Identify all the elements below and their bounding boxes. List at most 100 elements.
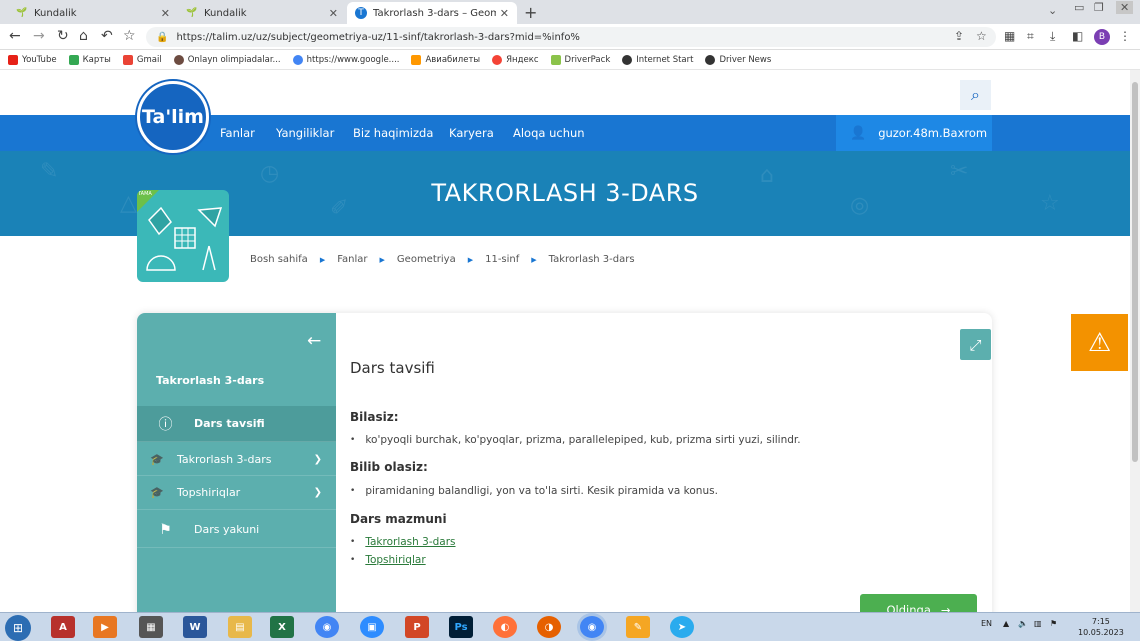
breadcrumb-home[interactable]: Bosh sahifa [250,254,308,265]
undo-icon[interactable]: ↶ [101,28,113,44]
tab-search-icon[interactable]: ⌄ [1048,4,1057,17]
word-app-icon[interactable]: W [183,616,207,638]
next-button[interactable]: Oldinga → [860,594,977,612]
browser-tab-bar: 🌱 Kundalik ✕ 🌱 Kundalik ✕ T Takrorlash 3… [0,0,1140,24]
profile-avatar[interactable]: B [1094,29,1110,45]
chrome-active-app-icon[interactable]: ◉ [580,616,604,638]
sidebar-item-dars-yakuni[interactable]: ⚑ Dars yakuni [137,512,336,548]
user-account[interactable]: 👤 guzor.48m.Baxrom [836,115,992,151]
bookmark-aviabilety[interactable]: Авиабилеты [411,54,480,65]
breadcrumb-fanlar[interactable]: Fanlar [337,254,367,265]
bookmark-google[interactable]: https://www.google.... [292,54,399,65]
close-tab-icon[interactable]: ✕ [161,7,170,20]
content-heading: Dars tavsifi [350,359,435,377]
globe-icon [622,54,633,65]
language-indicator[interactable]: EN [981,619,992,628]
telegram-app-icon[interactable]: ➤ [670,616,694,638]
browser-tab-1[interactable]: 🌱 Kundalik ✕ [8,2,178,24]
chevron-down-icon[interactable]: ❯ [314,454,322,465]
talim-logo[interactable]: Ta'lim [137,81,209,153]
bookmark-gmail[interactable]: Gmail [122,54,162,65]
sidebar-item-takrorlash[interactable]: 🎓 Takrorlash 3-dars ❯ [137,443,336,476]
tray-arrow-icon[interactable]: ▲ [1003,619,1009,628]
nav-aloqa-uchun[interactable]: Aloqa uchun [513,126,585,140]
sidebar-item-topshiriqlar[interactable]: 🎓 Topshiriqlar ❯ [137,476,336,510]
firefox-app-icon[interactable]: ◐ [493,616,517,638]
bookmark-olimpiada[interactable]: Onlayn olimpiadalar... [173,54,281,65]
photoshop-app-icon[interactable]: Ps [449,616,473,638]
star-bookmark-icon[interactable]: ☆ [123,28,136,44]
breadcrumb-grade[interactable]: 11-sinf [485,254,519,265]
nav-yangiliklar[interactable]: Yangiliklar [276,126,334,140]
home-icon[interactable]: ⌂ [79,28,88,44]
info-icon: ⓘ [158,416,173,433]
share-icon[interactable]: ⇪ [954,29,964,43]
sidebar-item-dars-tavsifi[interactable]: ⓘ Dars tavsifi [137,406,336,442]
report-warning-button[interactable]: ⚠ [1071,314,1128,371]
notes-app-icon[interactable]: ✎ [626,616,650,638]
talim-favicon-icon: T [355,7,367,19]
browser-tab-3[interactable]: T Takrorlash 3-dars – Geometriya, 1 ✕ [347,2,517,24]
bookmark-star-icon[interactable]: ☆ [976,29,987,43]
expand-icon: ⤢ [969,335,982,354]
reload-icon[interactable]: ↻ [57,28,69,44]
network-icon[interactable]: ▥ [1034,619,1042,628]
firefox-dev-app-icon[interactable]: ◑ [537,616,561,638]
search-button[interactable]: ⌕ [960,80,991,110]
flag-tray-icon[interactable]: ⚑ [1050,619,1057,628]
bilasiz-item: • ko'pyoqli burchak, ko'pyoqlar, prizma, … [350,434,801,446]
bookmark-youtube[interactable]: YouTube [8,54,57,65]
extension-icon[interactable]: ▦ [1004,29,1015,43]
menu-dots-icon[interactable]: ⋮ [1119,29,1131,43]
media-player-icon[interactable]: ▶ [93,616,117,638]
forward-icon[interactable]: → [33,28,45,44]
link-topshiriqlar[interactable]: Topshiriqlar [365,554,425,566]
close-tab-icon[interactable]: ✕ [500,7,509,20]
close-tab-icon[interactable]: ✕ [329,7,338,20]
system-clock[interactable]: 7:15 10.05.2023 [1078,616,1124,638]
tab-title: Kundalik [34,7,77,19]
calendar-app-icon[interactable]: ▦ [139,616,163,638]
scrollbar-thumb[interactable] [1132,82,1138,462]
sidepanel-icon[interactable]: ◧ [1072,29,1083,43]
link-takrorlash[interactable]: Takrorlash 3-dars [365,536,455,548]
bookmark-driverpack[interactable]: DriverPack [550,54,610,65]
close-window-button[interactable]: ✕ [1116,1,1134,14]
nav-fanlar[interactable]: Fanlar [220,126,255,140]
start-button[interactable]: ⊞ [5,615,31,641]
minimize-button[interactable]: ▭ [1074,1,1084,14]
dars-mazmuni-title: Dars mazmuni [350,512,447,526]
subject-geometry-image: TAMA [137,190,229,282]
bookmarks-bar: YouTube Карты Gmail Onlayn olimpiadalar.… [0,50,1140,70]
back-arrow-icon[interactable]: ← [307,331,321,351]
excel-app-icon[interactable]: X [270,616,294,638]
plane-icon [411,54,422,65]
nav-karyera[interactable]: Karyera [449,126,494,140]
volume-icon[interactable]: 🔈 [1018,619,1028,628]
chrome-app-icon[interactable]: ◉ [315,616,339,638]
sidebar-item-label: Dars tavsifi [194,417,265,430]
access-app-icon[interactable]: A [51,616,75,638]
download-icon[interactable]: ⤓ [1050,29,1055,44]
page-scrollbar[interactable] [1130,70,1140,612]
chevron-down-icon[interactable]: ❯ [314,487,322,498]
back-icon[interactable]: ← [9,28,21,44]
bookmark-internet-start[interactable]: Internet Start [622,54,693,65]
powerpoint-app-icon[interactable]: P [405,616,429,638]
breadcrumb-geometriya[interactable]: Geometriya [397,254,456,265]
new-tab-button[interactable]: + [524,3,537,22]
geometry-shapes-icon [146,206,223,271]
explorer-app-icon[interactable]: ▤ [228,616,252,638]
browser-tab-2[interactable]: 🌱 Kundalik ✕ [178,2,346,24]
url-field[interactable]: 🔒 https://talim.uz/uz/subject/geometriya… [146,27,996,47]
clock-time: 7:15 [1091,617,1110,626]
bookmark-driver-news[interactable]: Driver News [705,54,771,65]
crop-icon[interactable]: ⌗ [1027,29,1034,44]
restore-button[interactable]: ❐ [1094,1,1104,14]
bookmark-maps[interactable]: Карты [68,54,111,65]
zoom-app-icon[interactable]: ▣ [360,616,384,638]
nav-biz-haqimizda[interactable]: Biz haqimizda [353,126,433,140]
gmail-icon [122,54,133,65]
bookmark-yandex[interactable]: Яндекс [492,54,539,65]
fullscreen-button[interactable]: ⤢ [960,329,991,360]
